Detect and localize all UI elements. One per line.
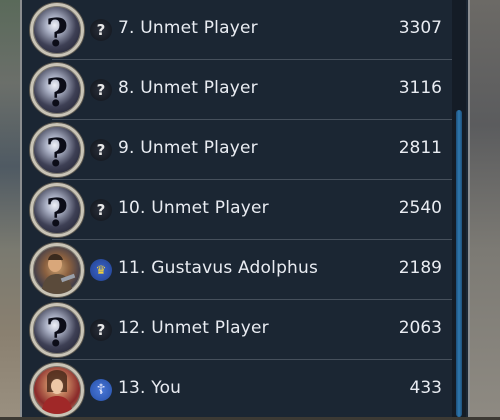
leaderboard-row[interactable]: ♛ 11. Gustavus Adolphus 2189 <box>22 240 452 300</box>
player-name: 7. Unmet Player <box>118 18 258 38</box>
question-mark-icon: ? <box>45 10 69 55</box>
unmet-portrait-icon[interactable]: ? <box>30 63 84 117</box>
leaderboard-row[interactable]: ? ? 9. Unmet Player 2811 <box>22 120 452 180</box>
unmet-portrait-icon[interactable]: ? <box>30 3 84 57</box>
player-score: 2811 <box>398 138 442 158</box>
question-mark-icon: ? <box>45 310 69 355</box>
civ-unknown-icon: ? <box>90 79 112 101</box>
question-mark-icon: ? <box>45 130 69 175</box>
civ-unknown-icon: ? <box>90 319 112 341</box>
leaderboard-row[interactable]: ? ? 10. Unmet Player 2540 <box>22 180 452 240</box>
player-score: 433 <box>409 378 442 398</box>
civ-unknown-icon: ? <box>90 199 112 221</box>
leader-figure-icon <box>41 254 76 294</box>
player-score: 3116 <box>398 78 442 98</box>
player-leader-portrait-icon[interactable] <box>30 363 84 417</box>
player-name: 10. Unmet Player <box>118 198 269 218</box>
player-name: 13. You <box>118 378 182 398</box>
unmet-portrait-icon[interactable]: ? <box>30 303 84 357</box>
civ-unknown-icon: ? <box>90 139 112 161</box>
question-mark-icon: ? <box>45 190 69 235</box>
map-background-right <box>470 0 500 417</box>
unmet-portrait-icon[interactable]: ? <box>30 123 84 177</box>
leaderboard-row[interactable]: ? ? 12. Unmet Player 2063 <box>22 300 452 360</box>
leaderboard-row[interactable]: ? ? 7. Unmet Player 3307 <box>22 0 452 60</box>
civ-unknown-icon: ? <box>90 19 112 41</box>
cross-icon: ☦ <box>90 379 112 401</box>
player-name: 11. Gustavus Adolphus <box>118 258 319 278</box>
player-score: 3307 <box>398 18 442 38</box>
leaderboard-row[interactable]: ? ? 8. Unmet Player 3116 <box>22 60 452 120</box>
leaderboard-row[interactable]: ☦ 13. You 433 <box>22 360 452 420</box>
three-crowns-icon: ♛ <box>90 259 112 281</box>
player-name: 9. Unmet Player <box>118 138 258 158</box>
leader-figure-icon <box>41 370 73 414</box>
unmet-portrait-icon[interactable]: ? <box>30 183 84 237</box>
scrollbar-thumb[interactable] <box>456 110 462 417</box>
player-score: 2189 <box>398 258 442 278</box>
gustavus-adolphus-portrait-icon[interactable] <box>30 243 84 297</box>
player-name: 8. Unmet Player <box>118 78 258 98</box>
player-name: 12. Unmet Player <box>118 318 269 338</box>
player-score: 2540 <box>398 198 442 218</box>
question-mark-icon: ? <box>45 70 69 115</box>
map-background-left <box>0 0 20 417</box>
player-score: 2063 <box>398 318 442 338</box>
